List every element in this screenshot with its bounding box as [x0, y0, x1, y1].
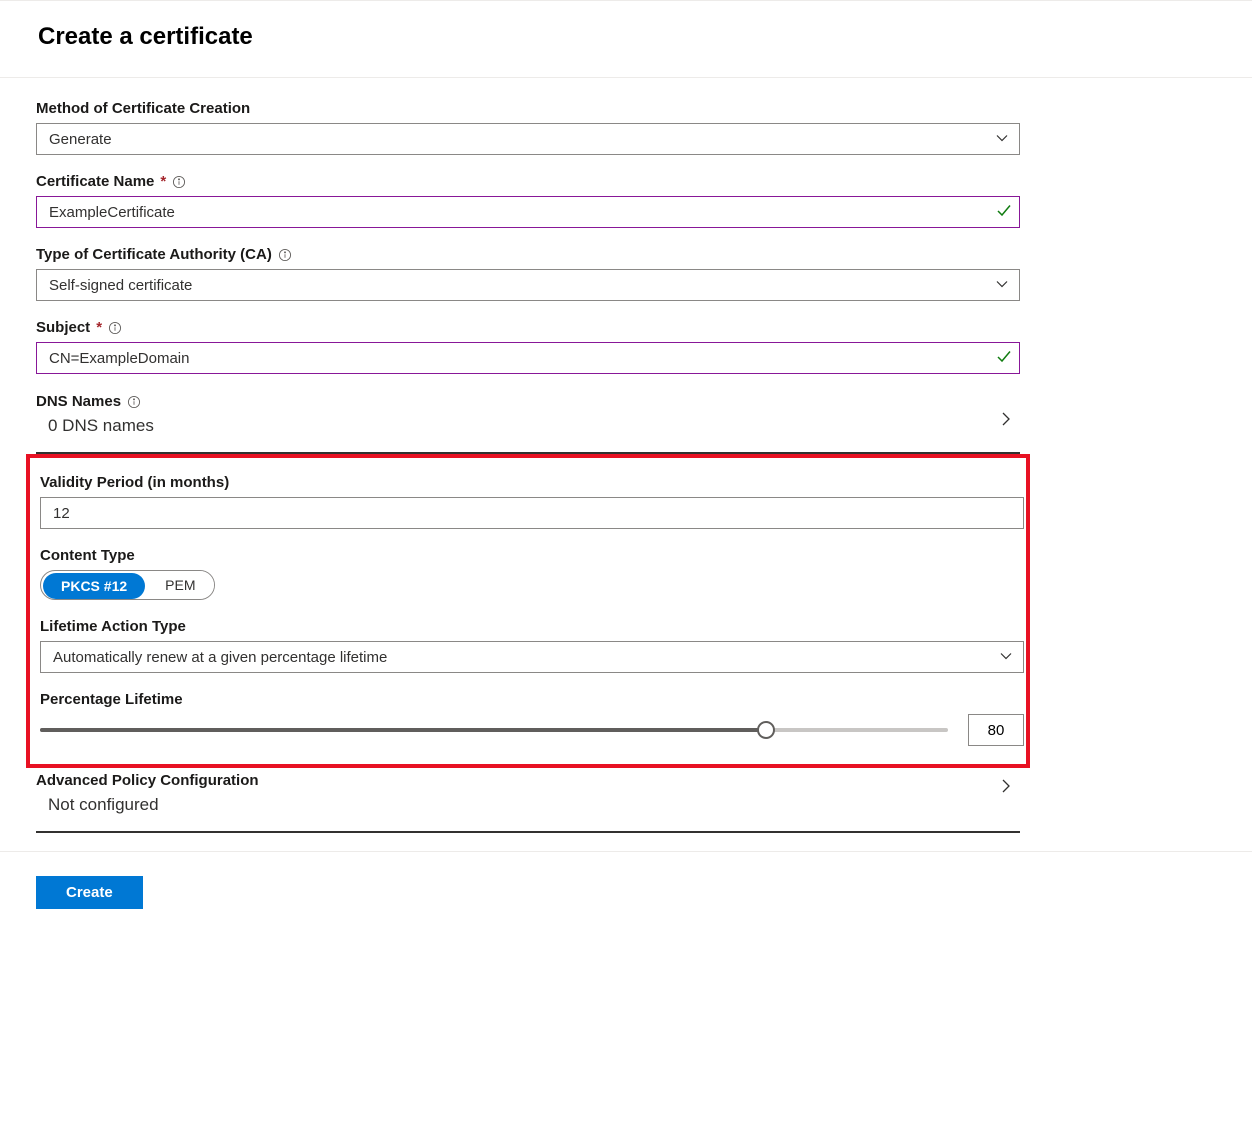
ca-type-select[interactable]: Self-signed certificate	[36, 269, 1020, 301]
content-type-label: Content Type	[40, 547, 1016, 564]
chevron-right-icon	[998, 778, 1014, 797]
lifetime-action-label: Lifetime Action Type	[40, 618, 1016, 635]
info-icon[interactable]	[278, 248, 292, 262]
certificate-name-field: Certificate Name *	[36, 173, 1216, 228]
content-type-pkcs12[interactable]: PKCS #12	[43, 573, 145, 599]
subject-label-text: Subject	[36, 319, 90, 336]
percentage-value-input[interactable]	[968, 714, 1024, 746]
percentage-slider[interactable]	[40, 720, 948, 740]
highlighted-section: Validity Period (in months) Content Type…	[26, 454, 1030, 768]
method-select[interactable]: Generate	[36, 123, 1020, 155]
subject-label: Subject *	[36, 319, 1216, 336]
dns-names-row[interactable]: DNS Names 0 DNS names	[36, 392, 1020, 454]
certificate-name-label-text: Certificate Name	[36, 173, 154, 190]
advanced-policy-value: Not configured	[36, 795, 1020, 815]
ca-type-label: Type of Certificate Authority (CA)	[36, 246, 1216, 263]
validity-input[interactable]	[40, 497, 1024, 529]
subject-input[interactable]	[36, 342, 1020, 374]
lifetime-action-field: Lifetime Action Type Automatically renew…	[40, 618, 1016, 673]
info-icon[interactable]	[127, 395, 141, 409]
content-type-pem[interactable]: PEM	[147, 571, 213, 599]
info-icon[interactable]	[172, 175, 186, 189]
validity-label: Validity Period (in months)	[40, 474, 1016, 491]
ca-type-label-text: Type of Certificate Authority (CA)	[36, 246, 272, 263]
advanced-policy-label: Advanced Policy Configuration	[36, 772, 1020, 789]
create-button[interactable]: Create	[36, 876, 143, 909]
method-label: Method of Certificate Creation	[36, 100, 1216, 117]
required-star: *	[96, 319, 102, 336]
advanced-policy-row[interactable]: Advanced Policy Configuration Not config…	[36, 772, 1020, 833]
dns-names-label: DNS Names	[36, 393, 121, 410]
footer: Create	[0, 852, 1252, 909]
subject-field: Subject *	[36, 319, 1216, 374]
ca-type-field: Type of Certificate Authority (CA) Self-…	[36, 246, 1216, 301]
percentage-lifetime-label: Percentage Lifetime	[40, 691, 1016, 708]
validity-field: Validity Period (in months)	[40, 474, 1016, 529]
lifetime-action-select[interactable]: Automatically renew at a given percentag…	[40, 641, 1024, 673]
form-area: Method of Certificate Creation Generate …	[0, 78, 1252, 833]
certificate-name-input[interactable]	[36, 196, 1020, 228]
content-type-field: Content Type PKCS #12 PEM	[40, 547, 1016, 600]
method-field: Method of Certificate Creation Generate	[36, 100, 1216, 155]
chevron-right-icon	[998, 411, 1014, 430]
required-star: *	[160, 173, 166, 190]
dns-names-value: 0 DNS names	[36, 416, 1020, 436]
content-type-toggle: PKCS #12 PEM	[40, 570, 215, 600]
certificate-name-label: Certificate Name *	[36, 173, 1216, 190]
slider-fill	[40, 728, 766, 732]
slider-thumb[interactable]	[757, 721, 775, 739]
info-icon[interactable]	[108, 321, 122, 335]
percentage-lifetime-field: Percentage Lifetime	[40, 691, 1016, 746]
page-title: Create a certificate	[0, 1, 1252, 78]
